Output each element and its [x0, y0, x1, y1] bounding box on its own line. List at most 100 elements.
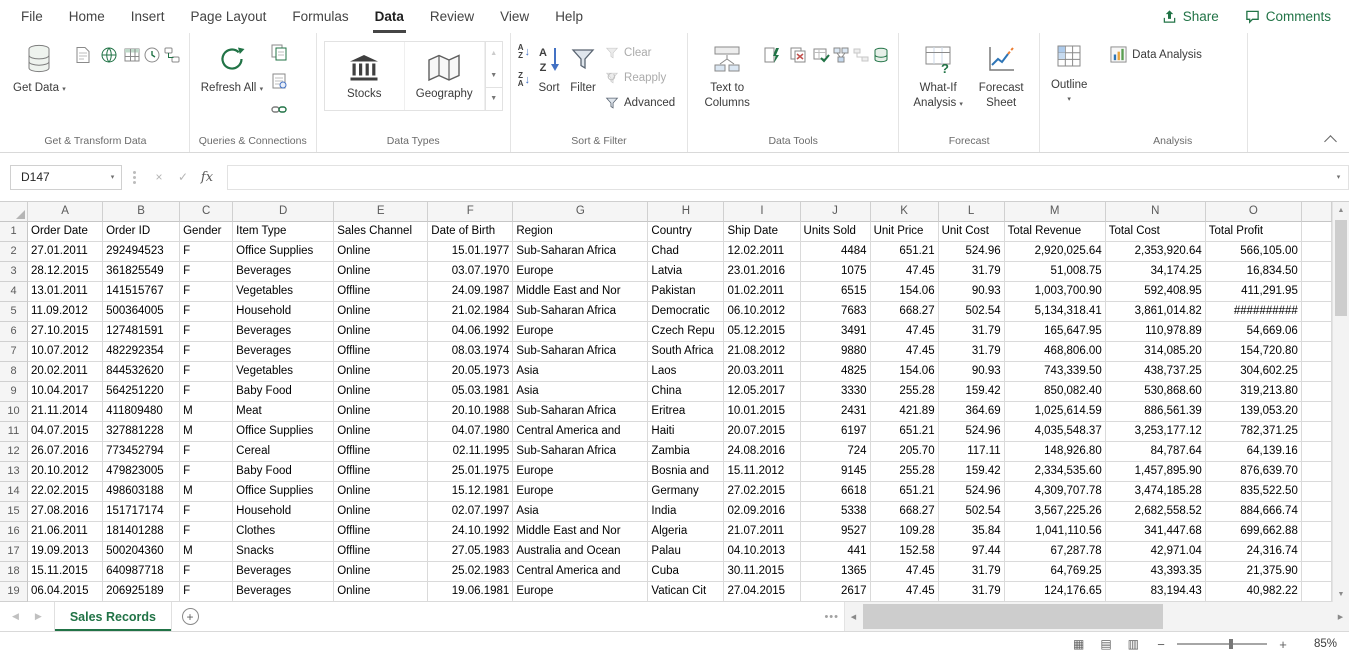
cell-D16[interactable]: Clothes: [233, 522, 334, 542]
cell-B14[interactable]: 498603188: [103, 482, 180, 502]
cell-A16[interactable]: 21.06.2011: [28, 522, 103, 542]
cell-K17[interactable]: 152.58: [871, 542, 939, 562]
cell-K6[interactable]: 47.45: [871, 322, 939, 342]
cell-E3[interactable]: Online: [334, 262, 428, 282]
cell-E8[interactable]: Online: [334, 362, 428, 382]
scroll-left-icon[interactable]: ◀: [845, 613, 862, 621]
cell-H13[interactable]: Bosnia and: [648, 462, 724, 482]
row-header-8[interactable]: 8: [0, 362, 28, 382]
cell-L6[interactable]: 31.79: [939, 322, 1005, 342]
cell-C6[interactable]: F: [180, 322, 233, 342]
gallery-up-button[interactable]: ▲: [486, 42, 502, 64]
cell-D12[interactable]: Cereal: [233, 442, 334, 462]
cell-A5[interactable]: 11.09.2012: [28, 302, 103, 322]
row-header-14[interactable]: 14: [0, 482, 28, 502]
cell-N17[interactable]: 42,971.04: [1106, 542, 1206, 562]
tab-splitter-handle[interactable]: •••: [824, 602, 844, 631]
cell-stub[interactable]: [1302, 222, 1332, 242]
cell-M18[interactable]: 64,769.25: [1005, 562, 1106, 582]
cell-D13[interactable]: Baby Food: [233, 462, 334, 482]
cell-K1[interactable]: Unit Price: [871, 222, 939, 242]
cell-C14[interactable]: M: [180, 482, 233, 502]
cell-J8[interactable]: 4825: [801, 362, 871, 382]
cell-K16[interactable]: 109.28: [871, 522, 939, 542]
cell-K11[interactable]: 651.21: [871, 422, 939, 442]
normal-view-icon[interactable]: ▦: [1073, 637, 1084, 651]
cell-K7[interactable]: 47.45: [871, 342, 939, 362]
name-box[interactable]: D147 ▾: [10, 165, 122, 190]
scroll-down-icon[interactable]: ▼: [1333, 586, 1349, 602]
next-sheet-icon[interactable]: ▶: [35, 611, 42, 622]
cell-O6[interactable]: 54,669.06: [1206, 322, 1302, 342]
cell-K13[interactable]: 255.28: [871, 462, 939, 482]
share-button[interactable]: Share: [1162, 9, 1219, 24]
cell-A14[interactable]: 22.02.2015: [28, 482, 103, 502]
cell-stub[interactable]: [1302, 402, 1332, 422]
collapse-ribbon-button[interactable]: [1324, 135, 1337, 148]
cell-N9[interactable]: 530,868.60: [1106, 382, 1206, 402]
consolidate-icon[interactable]: [831, 45, 851, 65]
cell-I9[interactable]: 12.05.2017: [724, 382, 800, 402]
gallery-more-button[interactable]: ▼: [486, 87, 502, 110]
new-sheet-button[interactable]: +: [172, 602, 208, 631]
cell-D6[interactable]: Beverages: [233, 322, 334, 342]
cell-N3[interactable]: 34,174.25: [1106, 262, 1206, 282]
cell-O17[interactable]: 24,316.74: [1206, 542, 1302, 562]
cell-J12[interactable]: 724: [801, 442, 871, 462]
column-header-G[interactable]: G: [513, 202, 648, 222]
cell-M16[interactable]: 1,041,110.56: [1005, 522, 1106, 542]
cell-N7[interactable]: 314,085.20: [1106, 342, 1206, 362]
column-header-O[interactable]: O: [1206, 202, 1302, 222]
row-header-5[interactable]: 5: [0, 302, 28, 322]
cell-L8[interactable]: 90.93: [939, 362, 1005, 382]
cell-E14[interactable]: Online: [334, 482, 428, 502]
cell-L7[interactable]: 31.79: [939, 342, 1005, 362]
cell-L14[interactable]: 524.96: [939, 482, 1005, 502]
cell-E11[interactable]: Online: [334, 422, 428, 442]
cell-K12[interactable]: 205.70: [871, 442, 939, 462]
cell-O18[interactable]: 21,375.90: [1206, 562, 1302, 582]
remove-duplicates-icon[interactable]: [788, 45, 808, 65]
horizontal-scroll-track[interactable]: [862, 602, 1332, 631]
cell-stub[interactable]: [1302, 382, 1332, 402]
cell-L13[interactable]: 159.42: [939, 462, 1005, 482]
cell-G17[interactable]: Australia and Ocean: [513, 542, 648, 562]
cell-B15[interactable]: 151717174: [103, 502, 180, 522]
cell-G3[interactable]: Europe: [513, 262, 648, 282]
column-header-D[interactable]: D: [233, 202, 334, 222]
cell-B8[interactable]: 844532620: [103, 362, 180, 382]
cell-G2[interactable]: Sub-Saharan Africa: [513, 242, 648, 262]
cell-A9[interactable]: 10.04.2017: [28, 382, 103, 402]
clear-filter-button[interactable]: Clear: [600, 40, 680, 65]
cell-C8[interactable]: F: [180, 362, 233, 382]
column-header-J[interactable]: J: [801, 202, 871, 222]
row-header-13[interactable]: 13: [0, 462, 28, 482]
cell-A8[interactable]: 20.02.2011: [28, 362, 103, 382]
cell-I15[interactable]: 02.09.2016: [724, 502, 800, 522]
column-header-A[interactable]: A: [28, 202, 103, 222]
cell-H6[interactable]: Czech Repu: [648, 322, 724, 342]
existing-connections-icon[interactable]: [162, 45, 182, 65]
cell-D8[interactable]: Vegetables: [233, 362, 334, 382]
cell-K2[interactable]: 651.21: [871, 242, 939, 262]
cell-L3[interactable]: 31.79: [939, 262, 1005, 282]
cell-N10[interactable]: 886,561.39: [1106, 402, 1206, 422]
properties-icon[interactable]: [269, 71, 289, 91]
cell-stub[interactable]: [1302, 522, 1332, 542]
cell-E7[interactable]: Offline: [334, 342, 428, 362]
cell-H11[interactable]: Haiti: [648, 422, 724, 442]
cell-E2[interactable]: Online: [334, 242, 428, 262]
cell-G18[interactable]: Central America and: [513, 562, 648, 582]
cancel-icon[interactable]: ×: [147, 165, 171, 190]
cell-L11[interactable]: 524.96: [939, 422, 1005, 442]
cell-stub[interactable]: [1302, 582, 1332, 602]
cell-H18[interactable]: Cuba: [648, 562, 724, 582]
cell-H15[interactable]: India: [648, 502, 724, 522]
column-header-N[interactable]: N: [1106, 202, 1206, 222]
cell-I14[interactable]: 27.02.2015: [724, 482, 800, 502]
sort-button[interactable]: AZ Sort: [532, 36, 566, 126]
cell-A18[interactable]: 15.11.2015: [28, 562, 103, 582]
cell-G9[interactable]: Asia: [513, 382, 648, 402]
cell-D7[interactable]: Beverages: [233, 342, 334, 362]
cell-C5[interactable]: F: [180, 302, 233, 322]
